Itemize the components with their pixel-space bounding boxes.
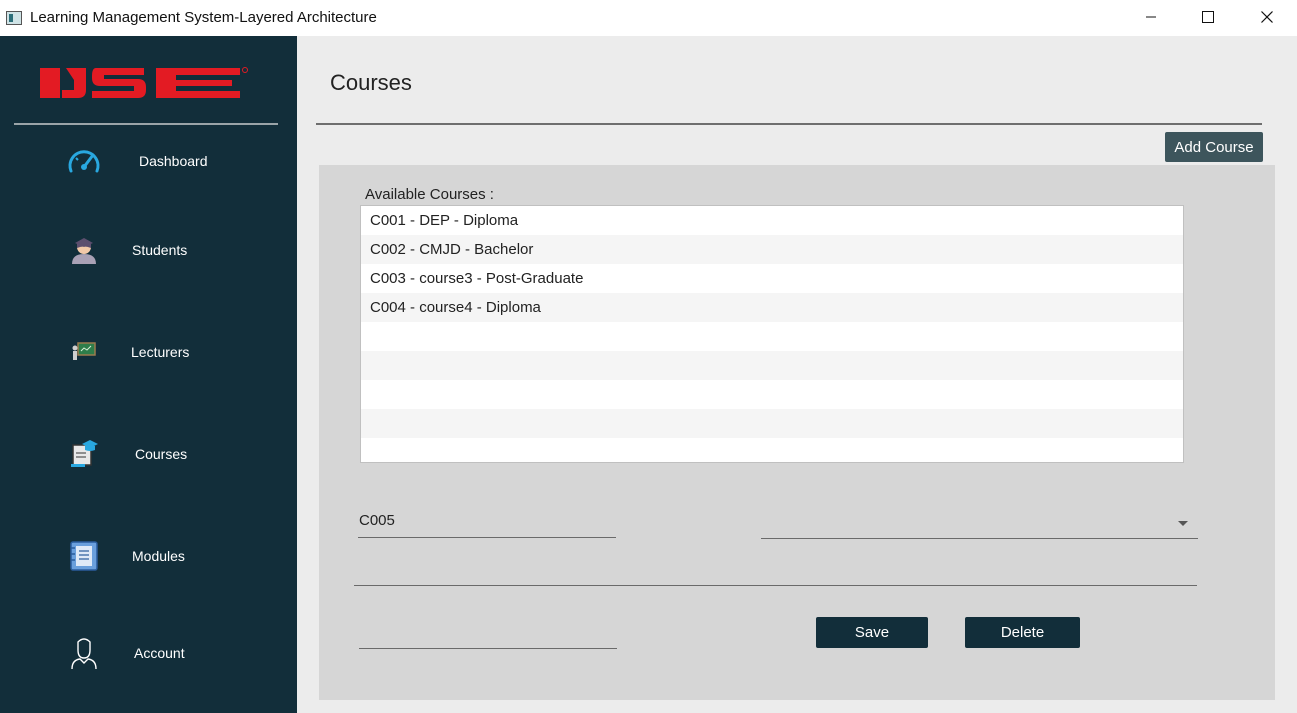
student-icon bbox=[66, 234, 102, 266]
notebook-icon bbox=[66, 540, 102, 572]
sidebar-item-modules[interactable]: Modules bbox=[0, 536, 297, 576]
title-divider bbox=[316, 123, 1262, 125]
sidebar-item-courses[interactable]: Courses bbox=[0, 434, 297, 474]
window-title: Learning Management System-Layered Archi… bbox=[30, 9, 377, 26]
sidebar-item-dashboard[interactable]: Dashboard bbox=[0, 141, 297, 181]
sidebar-divider bbox=[14, 123, 278, 125]
course-panel: Available Courses : C001 - DEP - Diploma… bbox=[319, 165, 1275, 700]
main-content: Courses Add Course Available Courses : C… bbox=[297, 36, 1297, 713]
minimize-button[interactable] bbox=[1128, 0, 1174, 34]
minimize-icon bbox=[1146, 16, 1156, 18]
sidebar-item-label: Lecturers bbox=[131, 344, 190, 360]
available-courses-label: Available Courses : bbox=[365, 186, 494, 203]
list-item[interactable]: C001 - DEP - Diploma bbox=[361, 206, 1183, 235]
save-button[interactable]: Save bbox=[816, 617, 928, 648]
sidebar-item-label: Modules bbox=[132, 548, 185, 564]
app-icon bbox=[6, 11, 22, 25]
sidebar-item-label: Dashboard bbox=[139, 153, 208, 169]
maximize-icon bbox=[1202, 11, 1214, 23]
list-item[interactable] bbox=[361, 409, 1183, 438]
list-item[interactable]: C003 - course3 - Post-Graduate bbox=[361, 264, 1183, 293]
maximize-button[interactable] bbox=[1185, 0, 1231, 34]
lecturer-board-icon bbox=[66, 336, 102, 368]
list-item[interactable] bbox=[361, 322, 1183, 351]
speedometer-icon bbox=[66, 145, 102, 177]
list-item[interactable]: C002 - CMJD - Bachelor bbox=[361, 235, 1183, 264]
ijse-logo bbox=[38, 66, 250, 105]
sidebar-item-account[interactable]: Account bbox=[0, 633, 297, 673]
course-type-dropdown[interactable] bbox=[761, 508, 1198, 539]
user-account-icon bbox=[66, 637, 102, 670]
list-item[interactable]: C004 - course4 - Diploma bbox=[361, 293, 1183, 322]
delete-button[interactable]: Delete bbox=[965, 617, 1080, 648]
sidebar-item-label: Account bbox=[134, 645, 185, 661]
page-title: Courses bbox=[330, 70, 412, 95]
chevron-down-icon bbox=[1178, 521, 1188, 526]
course-name-field[interactable] bbox=[354, 555, 1197, 586]
course-list[interactable]: C001 - DEP - Diploma C002 - CMJD - Bache… bbox=[360, 205, 1184, 463]
ijse-logo-graphic bbox=[40, 67, 248, 98]
close-icon bbox=[1261, 11, 1273, 23]
sidebar-item-label: Courses bbox=[135, 446, 188, 462]
course-graduation-icon bbox=[66, 438, 102, 470]
sidebar-item-lecturers[interactable]: Lecturers bbox=[0, 332, 297, 372]
sidebar-item-students[interactable]: Students bbox=[0, 230, 297, 270]
course-id-value: C005 bbox=[359, 512, 395, 529]
course-fee-field[interactable] bbox=[359, 618, 617, 649]
course-id-field[interactable]: C005 bbox=[358, 508, 616, 538]
list-item[interactable] bbox=[361, 380, 1183, 409]
add-course-button[interactable]: Add Course bbox=[1165, 132, 1263, 162]
list-item[interactable] bbox=[361, 438, 1183, 462]
list-item[interactable] bbox=[361, 351, 1183, 380]
window-title-bar: Learning Management System-Layered Archi… bbox=[0, 0, 1297, 36]
sidebar-item-label: Students bbox=[132, 242, 188, 258]
sidebar: Dashboard Students Lecturers Courses Mod… bbox=[0, 36, 297, 713]
close-button[interactable] bbox=[1244, 0, 1290, 34]
